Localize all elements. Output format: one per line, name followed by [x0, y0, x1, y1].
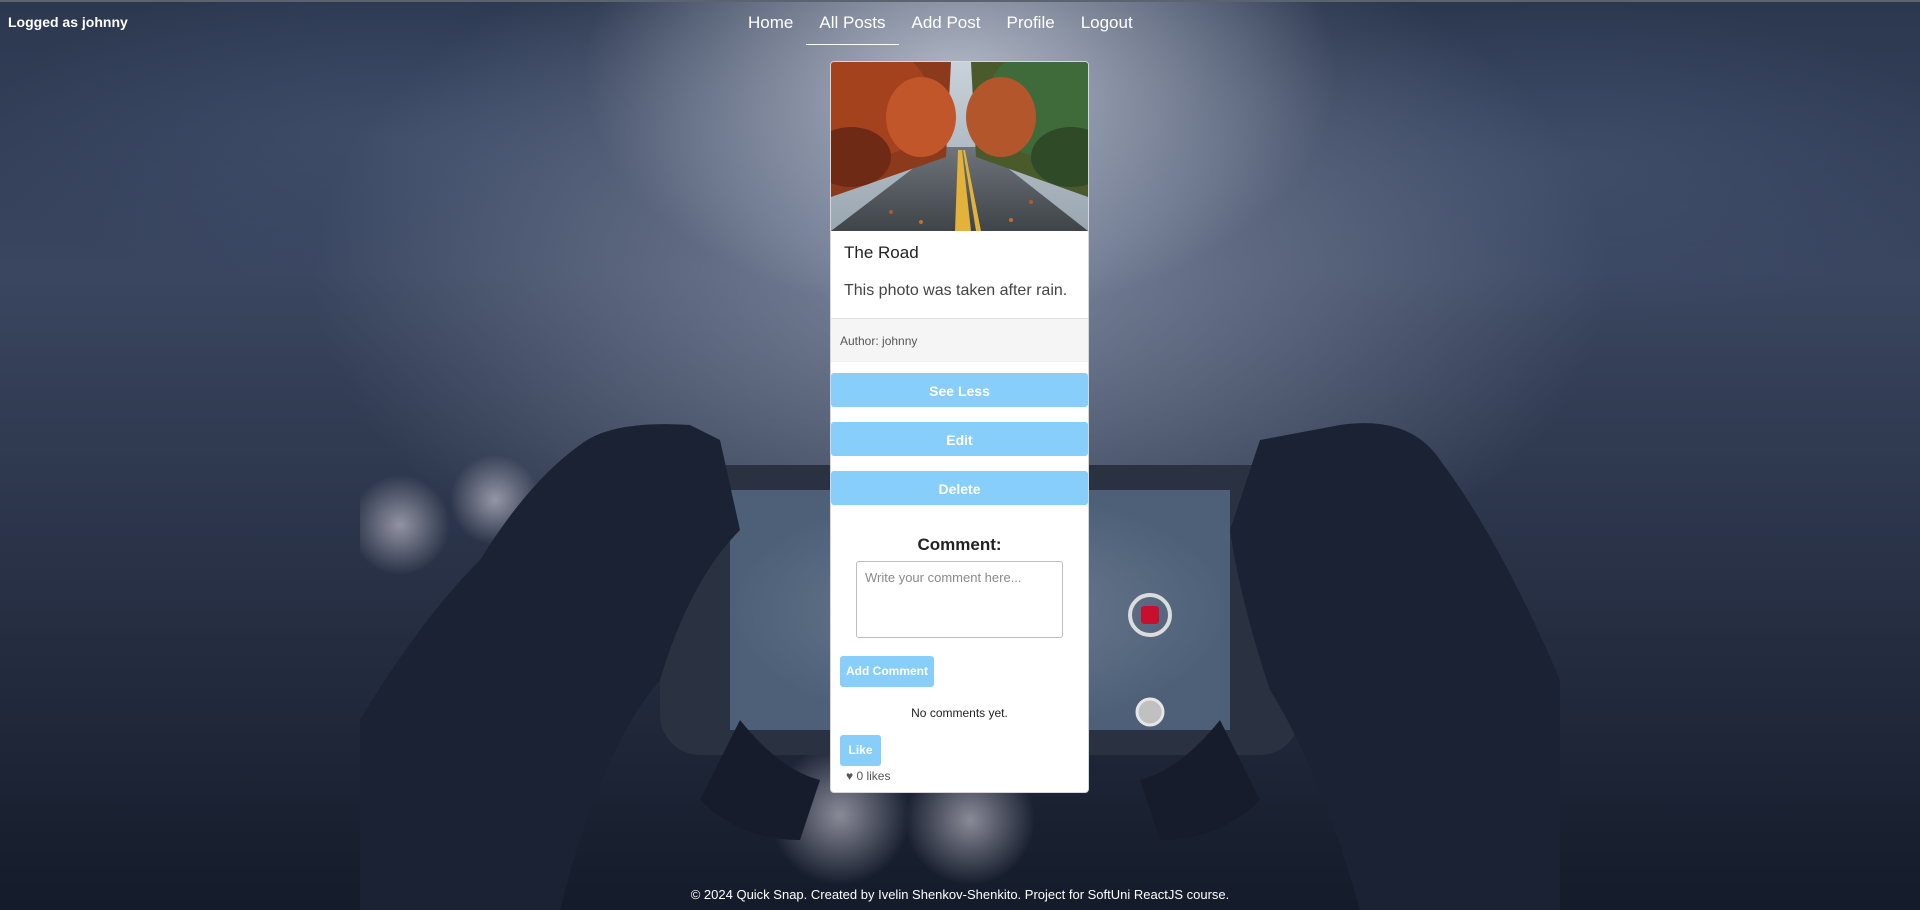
logged-in-user-label: Logged as johnny: [8, 14, 128, 30]
add-comment-button[interactable]: Add Comment: [840, 656, 934, 687]
nav-logout[interactable]: Logout: [1068, 0, 1146, 44]
like-button[interactable]: Like: [840, 735, 881, 766]
delete-button[interactable]: Delete: [831, 471, 1088, 505]
main-nav: Home All Posts Add Post Profile Logout: [735, 0, 1146, 45]
post-card: The Road This photo was taken after rain…: [830, 61, 1089, 793]
nav-profile[interactable]: Profile: [994, 0, 1068, 44]
post-photo: [831, 62, 1088, 231]
post-title: The Road: [844, 243, 919, 262]
post-description: This photo was taken after rain.: [844, 282, 1068, 299]
nav-home[interactable]: Home: [735, 0, 806, 44]
edit-button[interactable]: Edit: [831, 422, 1088, 456]
comment-heading: Comment:: [917, 535, 1002, 554]
post-author: Author: johnny: [840, 334, 918, 348]
likes-count: ♥ 0 likes: [846, 769, 891, 783]
nav-add-post[interactable]: Add Post: [899, 0, 994, 44]
nav-all-posts[interactable]: All Posts: [806, 0, 899, 45]
comment-input[interactable]: [856, 561, 1063, 638]
post-author-bar: Author: johnny: [831, 318, 1088, 362]
see-less-button[interactable]: See Less: [831, 373, 1088, 407]
no-comments-text: No comments yet.: [911, 706, 1008, 720]
footer-text: © 2024 Quick Snap. Created by Ivelin She…: [690, 887, 1230, 902]
